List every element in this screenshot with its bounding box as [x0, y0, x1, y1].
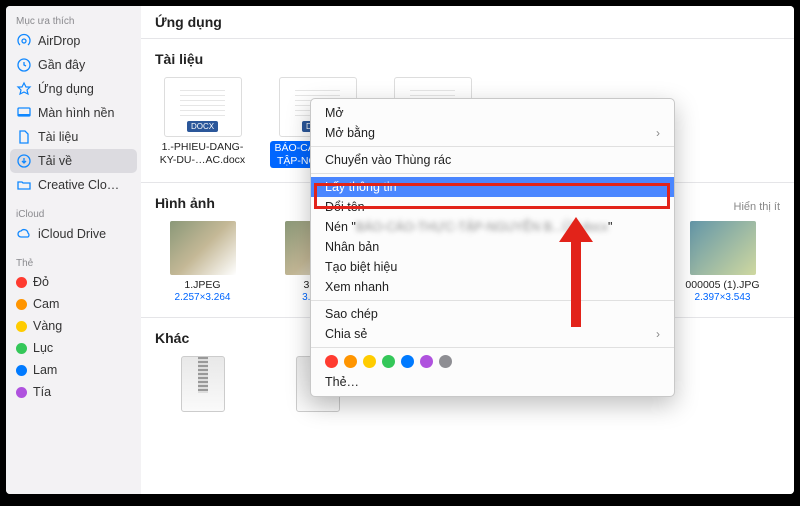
ctx-trash[interactable]: Chuyển vào Thùng rác — [311, 150, 674, 170]
download-icon — [16, 153, 32, 169]
sidebar-item-downloads[interactable]: Tải về — [10, 149, 137, 173]
ctx-tags[interactable]: Thẻ… — [311, 372, 674, 392]
sidebar-item-airdrop[interactable]: AirDrop — [6, 29, 141, 53]
ctx-share[interactable]: Chia sẻ› — [311, 324, 674, 344]
sidebar-tag-orange[interactable]: Cam — [6, 293, 141, 315]
section-apps-title: Ứng dụng — [141, 6, 794, 34]
file-item[interactable] — [155, 356, 250, 416]
sidebar-item-recent[interactable]: Gần đây — [6, 53, 141, 77]
sidebar-item-iclouddrive[interactable]: iCloud Drive — [6, 222, 141, 246]
file-name: 000005 (1).JPG — [685, 279, 759, 292]
sidebar-item-label: Vàng — [33, 319, 62, 333]
tag-dot-icon — [16, 387, 27, 398]
airdrop-icon — [16, 33, 32, 49]
sidebar-tag-yellow[interactable]: Vàng — [6, 315, 141, 337]
docx-thumb-icon: DOCX — [164, 77, 242, 137]
ctx-copy[interactable]: Sao chép — [311, 304, 674, 324]
sidebar-item-label: Lam — [33, 363, 57, 377]
tag-dot-icon — [16, 365, 27, 376]
image-dimensions: 2.257×3.264 — [175, 292, 231, 303]
sidebar-item-label: Lục — [33, 341, 53, 355]
icloud-header: iCloud — [6, 205, 141, 222]
sidebar-tag-red[interactable]: Đỏ — [6, 271, 141, 293]
tag-dot-icon — [16, 299, 27, 310]
sidebar-item-label: Đỏ — [33, 275, 49, 289]
clock-icon — [16, 57, 32, 73]
ctx-quicklook[interactable]: Xem nhanh — [311, 277, 674, 297]
sidebar-item-label: Tải về — [38, 154, 72, 168]
sidebar-tag-purple[interactable]: Tía — [6, 381, 141, 403]
ctx-tag-colors[interactable] — [311, 351, 674, 372]
image-thumb-icon — [690, 221, 756, 275]
sidebar-item-desktop[interactable]: Màn hình nền — [6, 101, 141, 125]
sidebar-item-label: Cam — [33, 297, 59, 311]
section-docs-title: Tài liệu — [141, 43, 794, 71]
tags-header: Thẻ — [6, 254, 141, 271]
desktop-icon — [16, 105, 32, 121]
show-less-link[interactable]: Hiển thị ít — [734, 201, 780, 213]
sidebar-item-label: AirDrop — [38, 34, 80, 48]
sidebar-item-label: iCloud Drive — [38, 227, 106, 241]
sidebar-item-label: Màn hình nền — [38, 106, 114, 120]
icloud-icon — [16, 226, 32, 242]
tag-dot-icon — [16, 321, 27, 332]
zip-thumb-icon — [181, 356, 225, 412]
ctx-open-with[interactable]: Mở bằng› — [311, 123, 674, 143]
tag-color-icon[interactable] — [382, 355, 395, 368]
ctx-separator — [311, 146, 674, 147]
tag-color-icon[interactable] — [363, 355, 376, 368]
tag-color-icon[interactable] — [420, 355, 433, 368]
context-menu: Mở Mở bằng› Chuyển vào Thùng rác Lấy thô… — [310, 98, 675, 397]
sidebar-item-label: Gần đây — [38, 58, 85, 72]
file-name: 1.JPEG — [184, 279, 220, 292]
image-thumb-icon — [170, 221, 236, 275]
ctx-duplicate[interactable]: Nhân bản — [311, 237, 674, 257]
sidebar-item-apps[interactable]: Ứng dụng — [6, 77, 141, 101]
ctx-separator — [311, 300, 674, 301]
image-dimensions: 2.397×3.543 — [695, 292, 751, 303]
folder-icon — [16, 177, 32, 193]
sidebar-tag-blue[interactable]: Lam — [6, 359, 141, 381]
ctx-rename[interactable]: Đổi tên — [311, 197, 674, 217]
chevron-right-icon: › — [656, 327, 660, 341]
ctx-alias[interactable]: Tạo biệt hiệu — [311, 257, 674, 277]
tag-color-icon[interactable] — [344, 355, 357, 368]
file-item[interactable]: DOCX 1.-PHIEU-DANG-KY-DU-…AC.docx — [155, 77, 250, 168]
tag-dot-icon — [16, 277, 27, 288]
tag-color-icon[interactable] — [439, 355, 452, 368]
sidebar-item-creativecloud[interactable]: Creative Clo… — [6, 173, 141, 197]
image-item[interactable]: 000005 (1).JPG 2.397×3.543 — [675, 221, 770, 303]
sidebar-item-label: Tài liệu — [38, 130, 78, 144]
chevron-right-icon: › — [656, 126, 660, 140]
tag-color-icon[interactable] — [325, 355, 338, 368]
tag-color-icon[interactable] — [401, 355, 414, 368]
ctx-get-info[interactable]: Lấy thông tin — [311, 177, 674, 197]
sidebar-item-documents[interactable]: Tài liệu — [6, 125, 141, 149]
divider — [141, 38, 794, 39]
image-item[interactable]: 1.JPEG 2.257×3.264 — [155, 221, 250, 303]
tag-dot-icon — [16, 343, 27, 354]
doc-icon — [16, 129, 32, 145]
sidebar-item-label: Creative Clo… — [38, 178, 119, 192]
sidebar-item-label: Tía — [33, 385, 51, 399]
ctx-separator — [311, 347, 674, 348]
sidebar-item-label: Ứng dụng — [38, 82, 94, 96]
sidebar: Mục ưa thích AirDrop Gần đây Ứng dụng Mà… — [6, 6, 141, 494]
ctx-separator — [311, 173, 674, 174]
favorites-header: Mục ưa thích — [6, 12, 141, 29]
ctx-compress[interactable]: Nén "BÁO-CÁO-THỰC-TẬP-NGUYỄN B...ỦY.docx… — [311, 217, 674, 237]
finder-window: Mục ưa thích AirDrop Gần đây Ứng dụng Mà… — [6, 6, 794, 494]
sidebar-tag-green[interactable]: Lục — [6, 337, 141, 359]
file-name: 1.-PHIEU-DANG-KY-DU-…AC.docx — [155, 141, 250, 166]
apps-icon — [16, 81, 32, 97]
ctx-open[interactable]: Mở — [311, 103, 674, 123]
